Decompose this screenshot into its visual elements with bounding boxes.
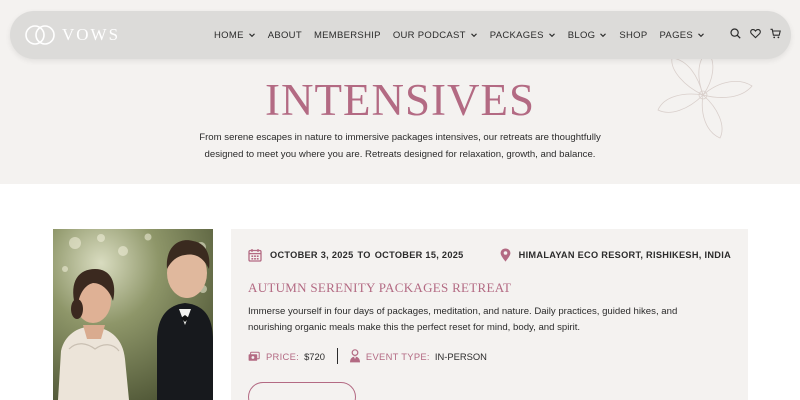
rings-logo-icon — [25, 25, 55, 45]
nav-item-label: MEMBERSHIP — [313, 29, 381, 41]
event-meta-row: OCTOBER 3, 2025 TO OCTOBER 15, 2025 HIMA… — [248, 247, 731, 263]
calendar-icon — [248, 249, 262, 262]
event-location-text: HIMALAYAN ECO RESORT, RISHIKESH, INDIA — [518, 250, 731, 260]
event-info-row: PRICE: $720 EVENT TYPE: IN-PERSON — [248, 348, 487, 364]
event-price-label: PRICE: — [266, 350, 300, 362]
event-title[interactable]: Autumn Serenity Packages Retreat — [248, 280, 511, 296]
event-action-button[interactable] — [248, 382, 356, 400]
nav-item-membership[interactable]: MEMBERSHIP — [314, 30, 381, 41]
page-title: INTENSIVES — [265, 75, 535, 125]
event-photo[interactable] — [53, 229, 213, 400]
info-divider — [336, 348, 338, 364]
money-icon — [248, 351, 260, 361]
nav-item-label: ABOUT — [267, 29, 302, 41]
nav-item-about[interactable]: ABOUT — [268, 30, 302, 41]
event-price: PRICE: $720 — [248, 351, 325, 362]
nav-item-home[interactable]: HOME — [214, 30, 256, 41]
event-description-line: nourishing organic meals make this the p… — [248, 322, 581, 333]
nav-item-label: BLOG — [567, 29, 596, 41]
nav-item-packages[interactable]: PACKAGES — [490, 30, 556, 41]
event-date-start: OCTOBER 3, 2025 — [270, 250, 354, 260]
logo-text: VOWS — [62, 25, 121, 44]
nav-item-label: HOME — [214, 29, 244, 41]
nav-item-label: OUR PODCAST — [392, 29, 466, 41]
event-type-label: EVENT TYPE: — [365, 350, 430, 362]
chevron-down-icon — [248, 33, 255, 38]
nav-item-blog[interactable]: BLOG — [568, 30, 608, 41]
event-date: OCTOBER 3, 2025 TO OCTOBER 15, 2025 — [248, 248, 464, 262]
event-card: OCTOBER 3, 2025 TO OCTOBER 15, 2025 HIMA… — [231, 229, 748, 400]
event-date-text: OCTOBER 3, 2025 TO OCTOBER 15, 2025 — [270, 250, 464, 260]
location-pin-icon — [500, 248, 511, 262]
intro-line: designed to meet you where you are. Retr… — [204, 148, 596, 160]
chevron-down-icon — [548, 33, 555, 38]
chevron-down-icon — [698, 33, 704, 38]
wedding-couple-photo-illustration — [53, 229, 213, 400]
event-type-value: IN-PERSON — [434, 350, 487, 362]
event-type: EVENT TYPE: IN-PERSON — [349, 349, 487, 363]
chevron-down-icon — [600, 33, 607, 38]
nav-item-label: SHOP — [619, 29, 648, 41]
event-price-value: $720 — [304, 350, 325, 362]
event-location: HIMALAYAN ECO RESORT, RISHIKESH, INDIA — [500, 248, 731, 262]
hero-section: VOWS HOME ABOUT MEMBERSHIP OUR PODCAST P… — [0, 0, 800, 184]
nav-item-label: PAGES — [659, 29, 694, 41]
event-description-line: Immerse yourself in four days of package… — [248, 306, 678, 317]
person-icon — [349, 349, 360, 363]
nav-item-pages[interactable]: PAGES — [660, 30, 706, 41]
logo[interactable]: VOWS — [24, 24, 120, 46]
nav-item-our-podcast[interactable]: OUR PODCAST — [393, 30, 478, 41]
chevron-down-icon — [470, 33, 477, 38]
heart-icon[interactable] — [750, 26, 761, 39]
main-menu: HOME ABOUT MEMBERSHIP OUR PODCAST PACKAG… — [214, 11, 705, 59]
search-icon[interactable] — [730, 26, 741, 39]
cart-icon[interactable] — [770, 26, 781, 39]
nav-item-label: PACKAGES — [489, 29, 544, 41]
nav-icon-group — [730, 26, 781, 39]
event-description: Immerse yourself in four days of package… — [248, 304, 703, 336]
nav-item-shop[interactable]: SHOP — [619, 30, 647, 41]
intro-text: From serene escapes in nature to immersi… — [180, 130, 620, 163]
intro-line: From serene escapes in nature to immersi… — [199, 132, 601, 143]
event-date-end: OCTOBER 15, 2025 — [374, 250, 464, 260]
top-navbar: VOWS HOME ABOUT MEMBERSHIP OUR PODCAST P… — [10, 11, 791, 59]
event-date-separator: TO — [357, 250, 371, 260]
